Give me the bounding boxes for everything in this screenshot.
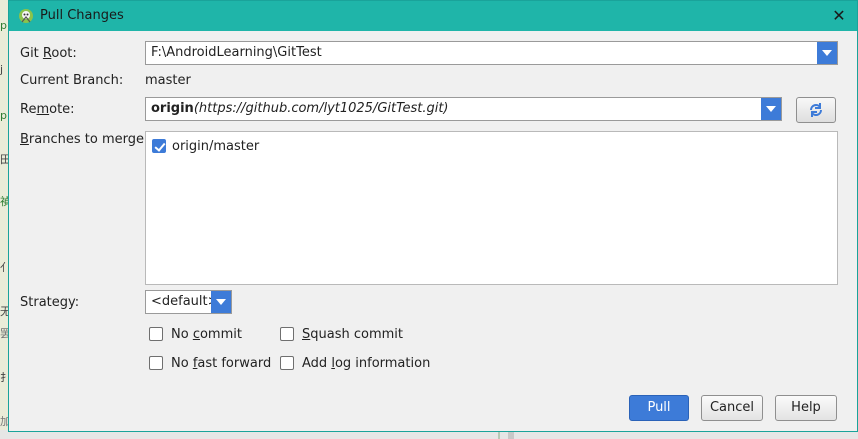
no-commit-option[interactable]: No commit [149, 325, 242, 343]
pull-changes-dialog: Pull Changes ✕ Git Root: F:\AndroidLearn… [8, 0, 858, 432]
no-fast-forward-checkbox[interactable] [149, 356, 163, 370]
branches-label: Branches to merge: [20, 132, 149, 147]
dialog-title: Pull Changes [40, 8, 124, 23]
refresh-icon [810, 103, 822, 117]
strategy-label: Strategy: [20, 295, 80, 310]
help-button[interactable]: Help [775, 395, 837, 421]
cancel-button[interactable]: Cancel [701, 395, 763, 421]
android-studio-icon [19, 9, 33, 23]
add-log-option[interactable]: Add log information [280, 354, 430, 372]
chevron-down-icon[interactable] [761, 98, 781, 120]
strategy-value: <default> [151, 294, 219, 309]
squash-commit-option[interactable]: Squash commit [280, 325, 403, 343]
title-bar[interactable]: Pull Changes ✕ [9, 1, 857, 31]
refresh-remotes-button[interactable] [796, 97, 836, 123]
branch-checkbox[interactable] [152, 139, 166, 153]
pull-button[interactable]: Pull [629, 395, 689, 421]
branch-label: origin/master [172, 138, 260, 154]
no-commit-label: No commit [171, 326, 242, 342]
add-log-label: Add log information [302, 355, 431, 371]
current-branch-value: master [145, 73, 191, 88]
background-window-edge: p j p 田 禎 亻 无 罢 扌 加 [0, 0, 8, 439]
list-item[interactable]: origin/master [152, 137, 259, 155]
branches-list[interactable]: origin/master [145, 131, 838, 285]
no-fast-forward-option[interactable]: No fast forward [149, 354, 271, 372]
squash-commit-label: Squash commit [302, 326, 404, 342]
remote-select[interactable]: origin(https://github.com/lyt1025/GitTes… [145, 97, 782, 121]
close-icon[interactable]: ✕ [827, 5, 851, 27]
squash-commit-checkbox[interactable] [280, 327, 294, 341]
git-root-value: F:\AndroidLearning\GitTest [151, 45, 322, 60]
strategy-select[interactable]: <default> [145, 290, 232, 314]
no-fast-forward-label: No fast forward [171, 355, 272, 371]
git-root-select[interactable]: F:\AndroidLearning\GitTest [145, 41, 838, 65]
no-commit-checkbox[interactable] [149, 327, 163, 341]
chevron-down-icon[interactable] [211, 291, 231, 313]
chevron-down-icon[interactable] [817, 42, 837, 64]
add-log-checkbox[interactable] [280, 356, 294, 370]
git-root-label: Git Root: [20, 46, 77, 61]
current-branch-label: Current Branch: [20, 73, 124, 88]
remote-value: origin(https://github.com/lyt1025/GitTes… [151, 101, 449, 116]
remote-label: Remote: [20, 102, 75, 117]
